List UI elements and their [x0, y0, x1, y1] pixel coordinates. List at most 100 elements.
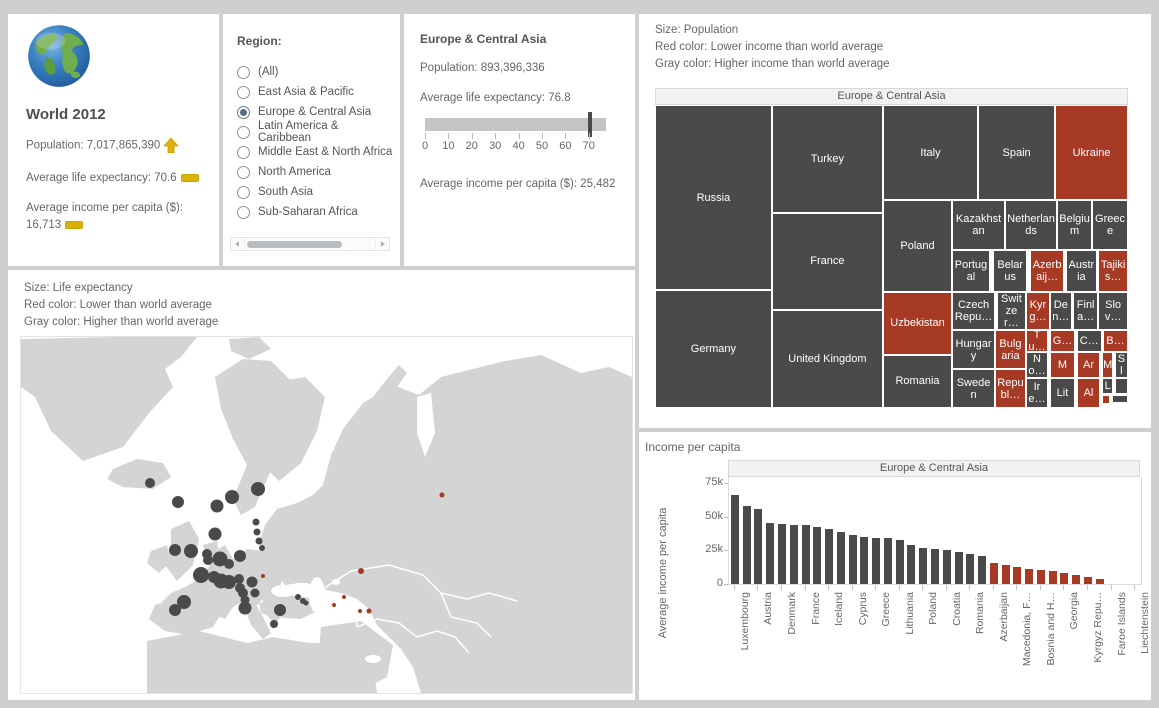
treemap-cell[interactable]: Ire… [1026, 378, 1048, 408]
country-symbol[interactable] [342, 595, 346, 599]
country-symbol[interactable] [145, 478, 155, 488]
treemap-cell[interactable]: Italy [883, 105, 978, 200]
country-symbol[interactable] [358, 609, 362, 613]
treemap-cell[interactable]: Greece [1092, 200, 1128, 250]
treemap-cell[interactable]: Sweden [952, 369, 995, 408]
treemap-cell[interactable]: Al [1077, 378, 1100, 408]
income-bar[interactable] [1084, 577, 1092, 584]
country-symbol[interactable] [225, 490, 239, 504]
region-option[interactable]: Middle East & North Africa [237, 142, 394, 162]
country-symbol[interactable] [169, 604, 181, 616]
treemap-cell[interactable]: Belgium [1057, 200, 1092, 250]
income-bar[interactable] [896, 540, 904, 584]
country-symbol[interactable] [332, 603, 336, 607]
country-symbol[interactable] [169, 544, 181, 556]
country-symbol[interactable] [270, 620, 278, 628]
country-symbol[interactable] [172, 496, 184, 508]
treemap-cell[interactable]: United Kingdom [772, 310, 883, 408]
region-scrollbar[interactable] [230, 237, 390, 251]
income-bar[interactable] [754, 509, 762, 584]
country-symbol[interactable] [259, 545, 265, 551]
treemap-cell[interactable]: Turkey [772, 105, 883, 213]
country-symbol[interactable] [211, 500, 224, 513]
treemap-cell[interactable]: Kazakhstan [952, 200, 1005, 250]
treemap-cell[interactable]: C… [1077, 330, 1102, 352]
country-symbol[interactable] [239, 602, 252, 615]
country-symbol[interactable] [193, 567, 209, 583]
income-bar[interactable] [790, 525, 798, 584]
treemap-cell[interactable]: Hungary [952, 330, 995, 369]
country-symbol[interactable] [251, 482, 265, 496]
treemap-cell[interactable]: Russia [655, 105, 772, 290]
country-symbol[interactable] [234, 550, 246, 562]
income-bar[interactable] [955, 552, 963, 584]
country-symbol[interactable] [234, 574, 244, 584]
country-symbol[interactable] [251, 589, 260, 598]
country-symbol[interactable] [304, 601, 309, 606]
region-option[interactable]: Sub-Saharan Africa [237, 202, 394, 222]
country-symbol[interactable] [261, 574, 265, 578]
treemap-cell[interactable]: Azerbaij… [1030, 250, 1064, 292]
radio-button-icon[interactable] [237, 186, 250, 199]
scroll-right-arrow-icon[interactable] [375, 238, 389, 250]
income-bar[interactable] [813, 527, 821, 584]
region-option[interactable]: East Asia & Pacific [237, 82, 394, 102]
treemap-cell[interactable]: Tajikis… [1098, 250, 1128, 292]
treemap-cell[interactable]: Sl [1115, 352, 1128, 378]
income-bar[interactable] [825, 529, 833, 584]
income-bar[interactable] [1049, 571, 1057, 584]
treemap-cell[interactable]: Switzer… [997, 292, 1026, 330]
treemap-cell[interactable]: Ar [1077, 352, 1100, 378]
income-bar[interactable] [1002, 565, 1010, 584]
treemap-cell[interactable]: Finla… [1073, 292, 1098, 330]
radio-button-icon[interactable] [237, 106, 250, 119]
treemap-cell[interactable]: Republ… [995, 369, 1026, 408]
income-bar[interactable] [766, 523, 774, 584]
income-bar[interactable] [872, 538, 880, 584]
treemap-cell[interactable]: Tu… [1026, 330, 1048, 352]
treemap-cell[interactable]: Den… [1050, 292, 1072, 330]
region-option[interactable]: North America [237, 162, 394, 182]
country-symbol[interactable] [274, 604, 286, 616]
country-symbol[interactable] [184, 544, 198, 558]
radio-button-icon[interactable] [237, 146, 250, 159]
income-bar[interactable] [1037, 570, 1045, 584]
income-bar[interactable] [931, 549, 939, 584]
treemap-cell[interactable]: Spain [978, 105, 1055, 200]
region-option[interactable]: South Asia [237, 182, 394, 202]
radio-button-icon[interactable] [237, 206, 250, 219]
treemap-cell[interactable] [1102, 395, 1111, 404]
income-bar[interactable] [1096, 579, 1104, 584]
income-bar[interactable] [743, 506, 751, 584]
treemap-cell[interactable]: Poland [883, 200, 952, 292]
country-symbol[interactable] [440, 493, 445, 498]
income-bar[interactable] [1025, 569, 1033, 584]
treemap-cell[interactable]: Slov… [1098, 292, 1128, 330]
income-bar[interactable] [860, 537, 868, 584]
scroll-left-arrow-icon[interactable] [231, 238, 245, 250]
income-bar[interactable] [1072, 575, 1080, 584]
income-bar[interactable] [978, 556, 986, 584]
country-symbol[interactable] [358, 568, 364, 574]
radio-button-icon[interactable] [237, 66, 250, 79]
income-bar[interactable] [919, 548, 927, 584]
treemap-cell[interactable]: No… [1026, 352, 1048, 378]
region-option[interactable]: Europe & Central Asia [237, 102, 394, 122]
treemap-cell[interactable]: Kyrg… [1026, 292, 1050, 330]
country-symbol[interactable] [209, 528, 222, 541]
income-bar[interactable] [731, 495, 739, 584]
treemap-cell[interactable]: Lit [1050, 378, 1075, 408]
treemap-cell[interactable]: Bulgaria [995, 330, 1026, 369]
radio-button-icon[interactable] [237, 126, 250, 139]
country-symbol[interactable] [256, 538, 263, 545]
income-bar[interactable] [884, 538, 892, 584]
europe-map[interactable] [20, 336, 633, 694]
country-symbol[interactable] [222, 575, 236, 589]
income-bar[interactable] [907, 545, 915, 584]
treemap-cell[interactable]: Romania [883, 355, 952, 408]
treemap-cell[interactable]: Netherlands [1005, 200, 1057, 250]
country-symbol[interactable] [253, 519, 260, 526]
country-symbol[interactable] [295, 594, 301, 600]
country-symbol[interactable] [254, 529, 261, 536]
treemap-cell[interactable]: G… [1050, 330, 1075, 352]
